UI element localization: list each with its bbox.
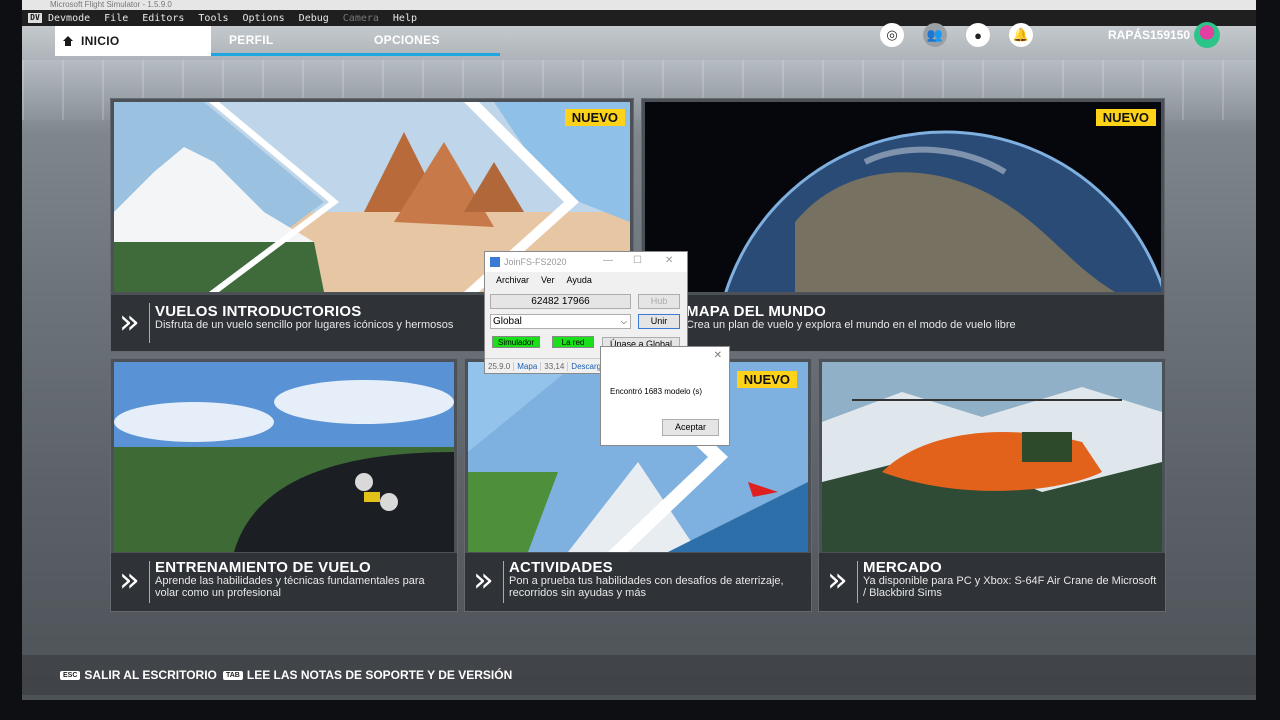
code-field[interactable]: 62482 17966 — [490, 294, 631, 309]
card-description: Ya disponible para PC y Xbox: S-64F Air … — [863, 575, 1157, 599]
card-caption: » ACTIVIDADES Pon a prueba tus habilidad… — [465, 553, 811, 611]
card-caption: MAPA DEL MUNDO Crea un plan de vuelo y e… — [642, 295, 1164, 351]
joinfs-logo-icon — [490, 257, 500, 267]
card-mapa-del-mundo[interactable]: NUEVO MAPA DEL MUNDO Crea un plan de vue… — [641, 98, 1165, 352]
card-description: Crea un plan de vuelo y explora el mundo… — [686, 319, 1016, 331]
menu-editors[interactable]: Editors — [142, 13, 184, 24]
close-icon[interactable]: ✕ — [665, 255, 673, 266]
card-title: MAPA DEL MUNDO — [686, 303, 827, 320]
hub-button[interactable]: Hub — [638, 294, 680, 309]
divider — [149, 561, 150, 603]
menu-camera[interactable]: Camera — [343, 13, 379, 24]
chevron-right-icon: » — [119, 302, 140, 342]
divider — [149, 303, 150, 343]
username[interactable]: RAPÁS159150 — [1108, 28, 1190, 42]
models-found-dialog: ✕ Encontró 1683 modelo (s) Aceptar — [600, 346, 730, 446]
close-icon[interactable]: ✕ — [714, 350, 722, 361]
tab-inicio[interactable]: INICIO — [55, 26, 211, 56]
card-image-aircrane — [822, 362, 1162, 552]
network-select[interactable]: Global ⌵ — [490, 314, 631, 329]
tab-opciones[interactable]: OPCIONES — [354, 26, 500, 56]
dialog-message: Encontró 1683 modelo (s) — [610, 387, 703, 396]
card-title: ENTRENAMIENTO DE VUELO — [155, 559, 371, 576]
menu-devmode[interactable]: Devmode — [48, 13, 90, 24]
menu-options[interactable]: Options — [243, 13, 285, 24]
chevron-right-icon: » — [827, 560, 848, 600]
card-title: MERCADO — [863, 559, 942, 576]
join-button[interactable]: Unir — [638, 314, 680, 329]
chevron-right-icon: » — [119, 560, 140, 600]
target-icon[interactable]: ◎ — [880, 23, 904, 47]
window-title: Microsoft Flight Simulator - 1.5.9.0 — [50, 0, 172, 9]
top-icons: ◎ 👥 ● 🔔 — [880, 23, 1052, 47]
version-label: 25.9.0 — [485, 361, 515, 371]
maximize-icon[interactable]: ☐ — [633, 255, 642, 266]
card-entrenamiento-de-vuelo[interactable]: » ENTRENAMIENTO DE VUELO Aprende las hab… — [110, 358, 458, 612]
home-icon — [63, 36, 73, 46]
chevron-down-icon: ⌵ — [620, 317, 627, 326]
menu-tools[interactable]: Tools — [198, 13, 228, 24]
card-description: Pon a prueba tus habilidades con desafío… — [509, 575, 784, 599]
minimize-icon[interactable]: — — [603, 255, 613, 266]
divider — [857, 561, 858, 603]
menu-debug[interactable]: Debug — [299, 13, 329, 24]
window-titlebar: Microsoft Flight Simulator - 1.5.9.0 — [22, 0, 1256, 10]
badge-nuevo: NUEVO — [1095, 109, 1156, 126]
menu-ayuda[interactable]: Ayuda — [567, 275, 592, 285]
card-caption: » ENTRENAMIENTO DE VUELO Aprende las hab… — [111, 553, 457, 611]
network-select-value: Global — [493, 316, 522, 327]
avatar[interactable] — [1194, 22, 1220, 48]
tab-perfil[interactable]: PERFIL — [211, 26, 354, 56]
group-icon[interactable]: 👥 — [923, 23, 947, 47]
release-notes[interactable]: TAB LEE LAS NOTAS DE SOPORTE Y DE VERSIÓ… — [223, 668, 512, 682]
bell-icon[interactable]: 🔔 — [1009, 23, 1033, 47]
network-status: La red — [552, 336, 594, 348]
ok-button[interactable]: Aceptar — [662, 419, 719, 436]
stats-label: 33,14 — [541, 361, 569, 371]
menu-archivar[interactable]: Archivar — [496, 275, 529, 285]
footer-bar: ESC SALIR AL ESCRITORIO TAB LEE LAS NOTA… — [22, 655, 1256, 695]
tab-perfil-label: PERFIL — [229, 32, 274, 47]
main-nav: INICIO PERFIL OPCIONES — [55, 26, 500, 56]
tab-key-icon: TAB — [223, 670, 243, 680]
simulator-status: Simulador — [492, 336, 540, 348]
map-link[interactable]: Mapa — [514, 361, 542, 371]
badge-nuevo: NUEVO — [736, 371, 797, 388]
card-caption: » MERCADO Ya disponible para PC y Xbox: … — [819, 553, 1165, 611]
card-image-earth — [645, 102, 1161, 292]
devmode-logo-icon: DV — [28, 13, 42, 23]
tab-opciones-label: OPCIONES — [374, 32, 440, 47]
card-mercado[interactable]: » MERCADO Ya disponible para PC y Xbox: … — [818, 358, 1166, 612]
joinfs-titlebar: JoinFS-FS2020 — ☐ ✕ — [485, 252, 687, 272]
dev-menubar: DV Devmode File Editors Tools Options De… — [22, 10, 1256, 26]
tab-inicio-label: INICIO — [81, 34, 120, 48]
card-image-glider — [114, 362, 454, 552]
divider — [503, 561, 504, 603]
menu-help[interactable]: Help — [393, 13, 417, 24]
joinfs-menu: Archivar Ver Ayuda — [485, 272, 687, 288]
badge-nuevo: NUEVO — [564, 109, 625, 126]
card-title: VUELOS INTRODUCTORIOS — [155, 303, 362, 320]
chevron-right-icon: » — [473, 560, 494, 600]
menu-file[interactable]: File — [104, 13, 128, 24]
card-description: Aprende las habilidades y técnicas funda… — [155, 575, 425, 599]
exit-to-desktop[interactable]: ESC SALIR AL ESCRITORIO — [60, 668, 217, 682]
card-title: ACTIVIDADES — [509, 559, 613, 576]
menu-ver[interactable]: Ver — [541, 275, 555, 285]
release-notes-label: LEE LAS NOTAS DE SOPORTE Y DE VERSIÓN — [246, 668, 513, 682]
joinfs-title: JoinFS-FS2020 — [504, 257, 567, 267]
exit-label: SALIR AL ESCRITORIO — [84, 668, 217, 682]
esc-key-icon: ESC — [60, 670, 81, 680]
profile-icon[interactable]: ● — [966, 23, 990, 47]
